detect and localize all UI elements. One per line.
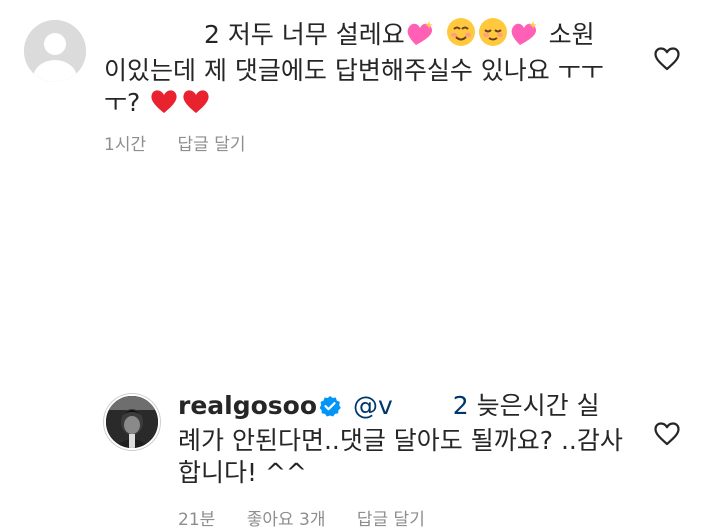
heart-outline-icon[interactable] [654, 47, 680, 71]
comment-1: 2 저두 너무 설레요 소원 이있는데 제 댓글에도 답변해주실수 있나요 ㅜㅜ… [0, 0, 720, 170]
heart-outline-icon[interactable] [654, 422, 680, 446]
username-link[interactable]: realgosoo [178, 391, 317, 420]
avatar[interactable] [24, 20, 86, 82]
comment-time: 1시간 [104, 135, 147, 155]
comment-text-line3: 합니다! ^^ [178, 458, 307, 487]
profile-photo-icon [106, 396, 158, 448]
reply-button[interactable]: 답글 달기 [178, 135, 246, 155]
red-heart-emoji-icon [181, 87, 211, 123]
comment-meta: 21분 좋아요 3개 답글 달기 [178, 510, 425, 530]
sparkling-heart-emoji-icon [510, 19, 540, 55]
mention-suffix: 2 [452, 391, 469, 420]
sparkling-heart-emoji-icon [406, 19, 436, 55]
comment-time: 21분 [178, 510, 216, 530]
reply-button[interactable]: 답글 달기 [357, 510, 425, 530]
mention-prefix: @v [352, 391, 393, 420]
smiling-face-emoji-icon [446, 17, 476, 55]
default-avatar-icon [24, 20, 86, 82]
verified-badge-icon [319, 393, 341, 425]
mention-link[interactable]: @v 2 [353, 391, 469, 420]
avatar[interactable] [104, 394, 160, 450]
username-suffix: 2 [204, 20, 220, 49]
comment-text-line1: 저두 너무 설레요 [227, 20, 405, 49]
comment-text-line3: ㅜ? [104, 88, 141, 117]
comment-2-reply: realgosoo @v 2 늦은시간 실 례가 안된다면..댓글 달아도 될까요… [0, 188, 720, 530]
red-heart-emoji-icon [149, 87, 179, 123]
comment-text: 2 저두 너무 설레요 소원 이있는데 제 댓글에도 답변해주실수 있나요 ㅜㅜ… [104, 17, 624, 123]
comment-text: realgosoo @v 2 늦은시간 실 례가 안된다면..댓글 달아도 될까요… [178, 390, 648, 489]
comment-text-line2: 례가 안된다면..댓글 달아도 될까요? ..감사 [178, 426, 623, 455]
comment-text-line1: 늦은시간 실 [476, 391, 600, 420]
comment-meta: 1시간 답글 달기 [104, 135, 245, 155]
comment-text-after-emojis: 소원 [548, 20, 595, 49]
likes-count-link[interactable]: 좋아요 3개 [247, 510, 326, 530]
comment-text-line2: 이있는데 제 댓글에도 답변해주실수 있나요 ㅜㅜ [104, 56, 604, 85]
relieved-face-emoji-icon [478, 17, 508, 55]
